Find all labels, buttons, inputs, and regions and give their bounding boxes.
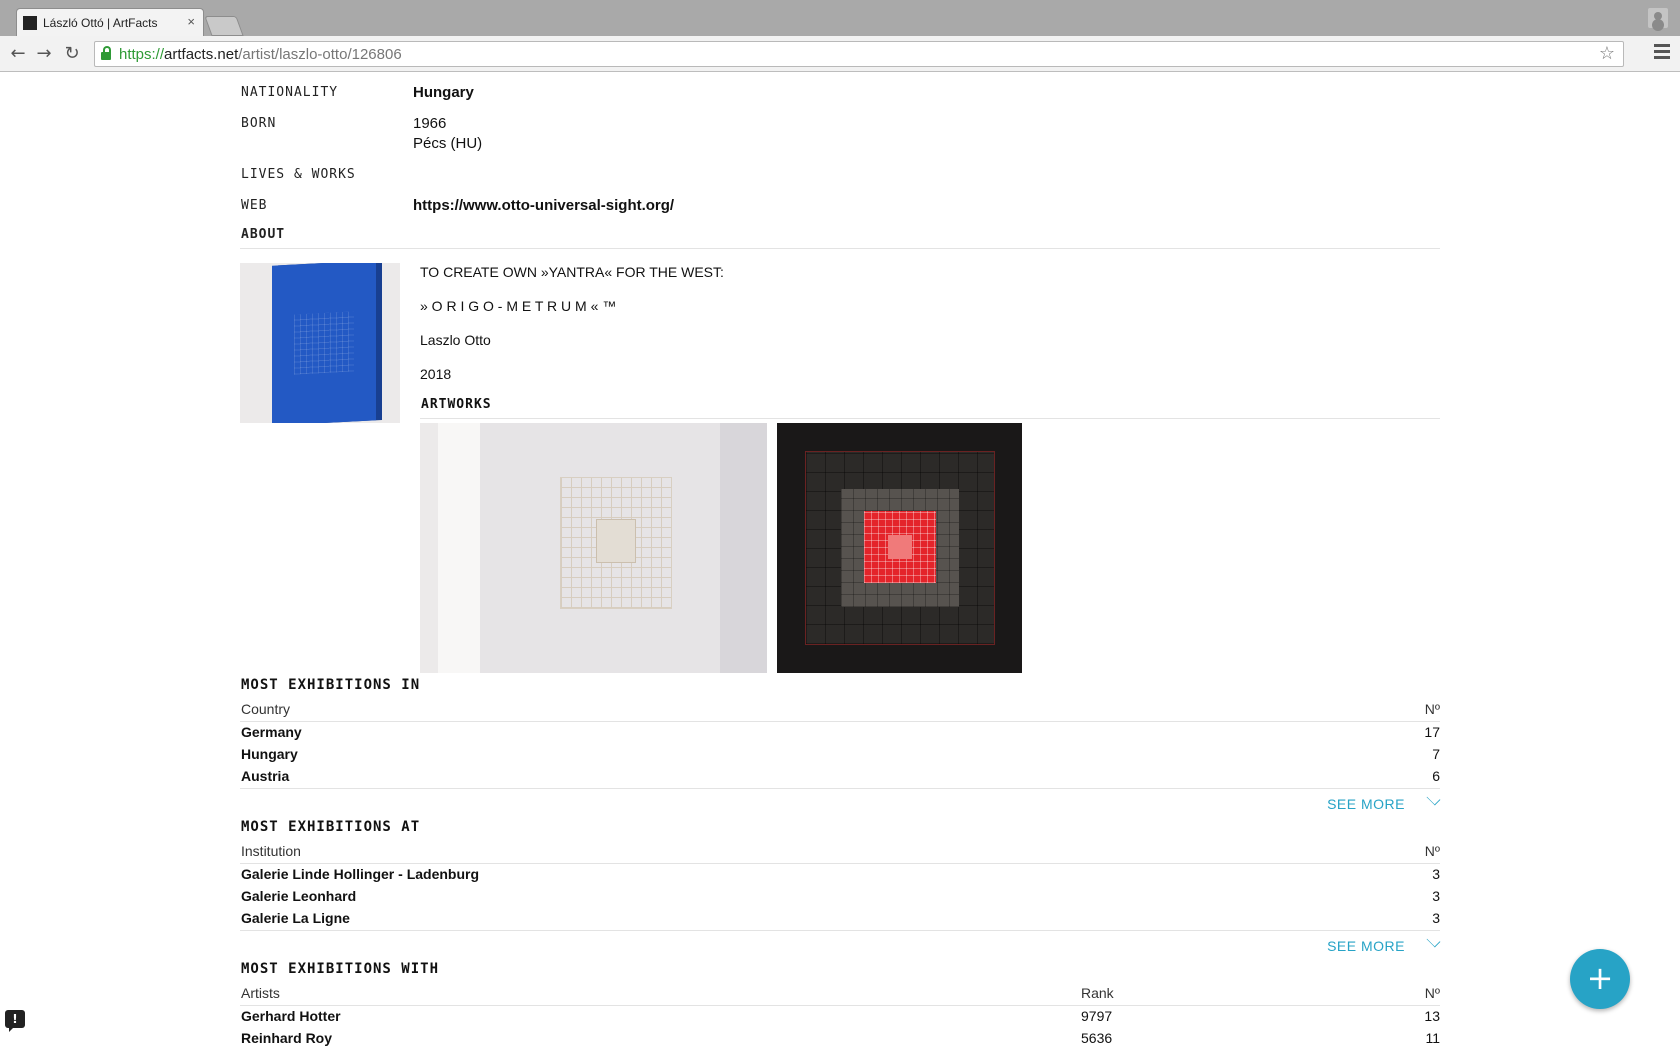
table-divider <box>240 721 1440 722</box>
see-more-countries-button[interactable]: SEE MORE <box>1327 791 1441 812</box>
count-column-header: Nº <box>1424 843 1440 859</box>
row-name: Galerie Leonhard <box>241 888 357 904</box>
about-label: ABOUT <box>241 227 286 242</box>
chevron-down-icon <box>1426 791 1441 806</box>
artwork-thumbnail-1[interactable] <box>420 423 767 673</box>
artworks-title: ARTWORKS <box>421 397 492 412</box>
url-host: artfacts.net <box>164 46 239 63</box>
address-bar[interactable]: https://artfacts.net/artist/laszlo-otto/… <box>94 41 1624 67</box>
url-path: /artist/laszlo-otto/126806 <box>238 46 402 63</box>
reload-icon[interactable]: ↻ <box>60 42 84 66</box>
rank-column-header: Rank <box>1081 985 1114 1001</box>
row-count: 3 <box>1432 910 1440 926</box>
exhibitions-with-title: MOST EXHIBITIONS WITH <box>241 961 440 977</box>
about-line-3: Laszlo Otto <box>420 332 491 348</box>
web-label: WEB <box>241 198 268 213</box>
table-divider <box>240 1005 1440 1006</box>
nationality-value: Hungary <box>413 84 474 101</box>
row-name: Galerie La Ligne <box>241 910 350 926</box>
table-row[interactable]: Reinhard Roy 5636 11 <box>241 1030 1440 1052</box>
about-line-1: TO CREATE OWN »YANTRA« FOR THE WEST: <box>420 264 724 280</box>
row-count: 3 <box>1432 888 1440 904</box>
row-count: 6 <box>1432 768 1440 784</box>
table-divider <box>240 863 1440 864</box>
bookmark-star-icon[interactable]: ☆ <box>1599 43 1615 64</box>
table-row[interactable]: Galerie Linde Hollinger - Ladenburg 3 <box>241 866 1440 888</box>
row-count: 3 <box>1432 866 1440 882</box>
artworks-divider <box>420 418 1440 419</box>
chevron-down-icon <box>1426 933 1441 948</box>
browser-menu-icon[interactable] <box>1654 44 1670 62</box>
exhibitions-at-title: MOST EXHIBITIONS AT <box>241 819 421 835</box>
row-count: 11 <box>1425 1030 1440 1046</box>
row-name: Gerhard Hotter <box>241 1008 341 1024</box>
table-row[interactable]: Hungary 7 <box>241 746 1440 768</box>
see-more-label: SEE MORE <box>1327 938 1405 954</box>
born-label: BORN <box>241 116 277 131</box>
artfacts-favicon-icon <box>23 16 37 30</box>
table-row[interactable]: Germany 17 <box>241 724 1440 746</box>
feedback-icon[interactable]: ! <box>5 1010 25 1032</box>
about-line-4: 2018 <box>420 366 452 382</box>
url-text[interactable]: https://artfacts.net/artist/laszlo-otto/… <box>119 46 402 63</box>
web-link[interactable]: https://www.otto-universal-sight.org/ <box>413 197 674 214</box>
artists-column-header: Artists <box>241 985 280 1001</box>
row-count: 17 <box>1424 724 1440 740</box>
row-rank: 9797 <box>1081 1008 1113 1024</box>
about-artwork-image[interactable] <box>240 263 400 423</box>
row-name: Germany <box>241 724 302 740</box>
about-line-2: » O R I G O - M E T R U M « ™ <box>420 298 617 314</box>
table-divider <box>240 788 1440 789</box>
table-row[interactable]: Galerie La Ligne 3 <box>241 910 1440 932</box>
institution-column-header: Institution <box>241 843 301 859</box>
count-column-header: Nº <box>1424 701 1440 717</box>
back-arrow-icon[interactable]: ← <box>6 42 30 66</box>
nationality-label: NATIONALITY <box>241 85 339 100</box>
browser-toolbar: ← → ↻ https://artfacts.net/artist/laszlo… <box>0 36 1680 72</box>
row-name: Galerie Linde Hollinger - Ladenburg <box>241 866 480 882</box>
plus-icon[interactable]: + <box>1570 949 1630 1009</box>
see-more-label: SEE MORE <box>1327 796 1405 812</box>
see-more-institutions-button[interactable]: SEE MORE <box>1327 933 1441 954</box>
row-count: 13 <box>1424 1008 1440 1024</box>
row-name: Reinhard Roy <box>241 1030 333 1046</box>
about-divider <box>240 248 1440 249</box>
row-name: Austria <box>241 768 290 784</box>
tab-title: László Ottó | ArtFacts <box>43 16 158 30</box>
artwork-thumbnail-2[interactable] <box>777 423 1022 673</box>
tab-close-icon[interactable]: × <box>187 14 195 29</box>
born-year: 1966 <box>413 115 447 132</box>
table-row[interactable]: Austria 6 <box>241 768 1440 790</box>
row-count: 7 <box>1432 746 1440 762</box>
forward-arrow-icon[interactable]: → <box>32 42 56 66</box>
artist-page: NATIONALITY Hungary BORN 1966 Pécs (HU) … <box>0 72 1680 1050</box>
lives-works-label: LIVES & WORKS <box>241 167 356 182</box>
count-column-header: Nº <box>1424 985 1440 1001</box>
row-rank: 5636 <box>1081 1030 1113 1046</box>
row-name: Hungary <box>241 746 298 762</box>
country-column-header: Country <box>241 701 291 717</box>
table-divider <box>240 930 1440 931</box>
table-row[interactable]: Gerhard Hotter 9797 13 <box>241 1008 1440 1030</box>
born-place: Pécs (HU) <box>413 135 483 152</box>
browser-tab[interactable]: László Ottó | ArtFacts × <box>16 8 204 36</box>
url-scheme: https:// <box>119 46 165 63</box>
table-row[interactable]: Galerie Leonhard 3 <box>241 888 1440 910</box>
new-tab-button[interactable] <box>204 16 244 36</box>
exhibitions-in-title: MOST EXHIBITIONS IN <box>241 677 421 693</box>
profile-icon[interactable] <box>1648 8 1668 28</box>
secure-lock-icon <box>101 46 111 60</box>
tab-strip: László Ottó | ArtFacts × <box>0 0 1680 36</box>
